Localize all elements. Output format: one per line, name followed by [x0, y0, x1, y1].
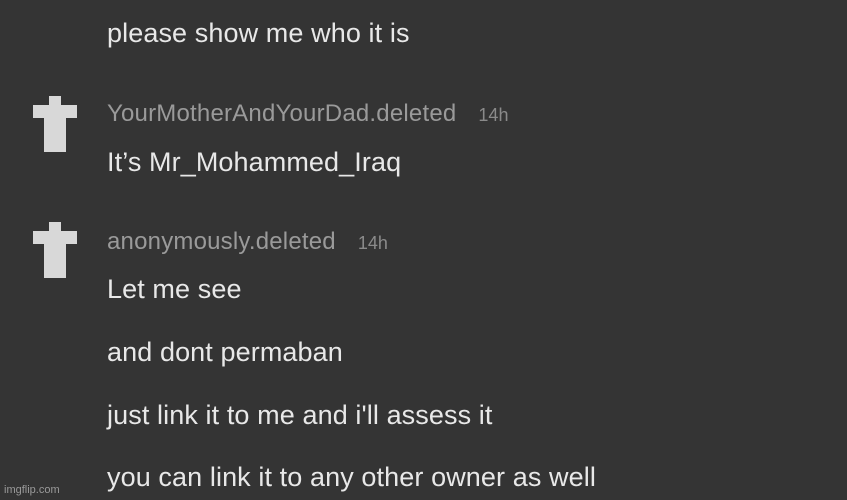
previous-message-text: please show me who it is [107, 18, 410, 48]
comment-text-line: and dont permaban [107, 337, 343, 367]
deleted-user-avatar-icon[interactable] [33, 96, 77, 152]
comment-text-line: Let me see [107, 274, 242, 304]
comment-timestamp: 14h [478, 105, 509, 125]
comment-header: anonymously.deleted 14h [107, 228, 388, 258]
comment-thread: please show me who it is YourMotherAndYo… [0, 0, 847, 500]
comment-timestamp: 14h [357, 233, 388, 253]
comment-text-line: just link it to me and i'll assess it [107, 400, 493, 430]
deleted-user-avatar-icon[interactable] [33, 222, 77, 278]
watermark: imgflip.com [4, 484, 60, 496]
comment-header: YourMotherAndYourDad.deleted 14h [107, 100, 508, 130]
comment-username[interactable]: anonymously.deleted [107, 228, 336, 256]
comment-text: It’s Mr_Mohammed_Iraq [107, 147, 402, 177]
comment-text-line: you can link it to any other owner as we… [107, 462, 596, 492]
comment-username[interactable]: YourMotherAndYourDad.deleted [107, 100, 456, 128]
